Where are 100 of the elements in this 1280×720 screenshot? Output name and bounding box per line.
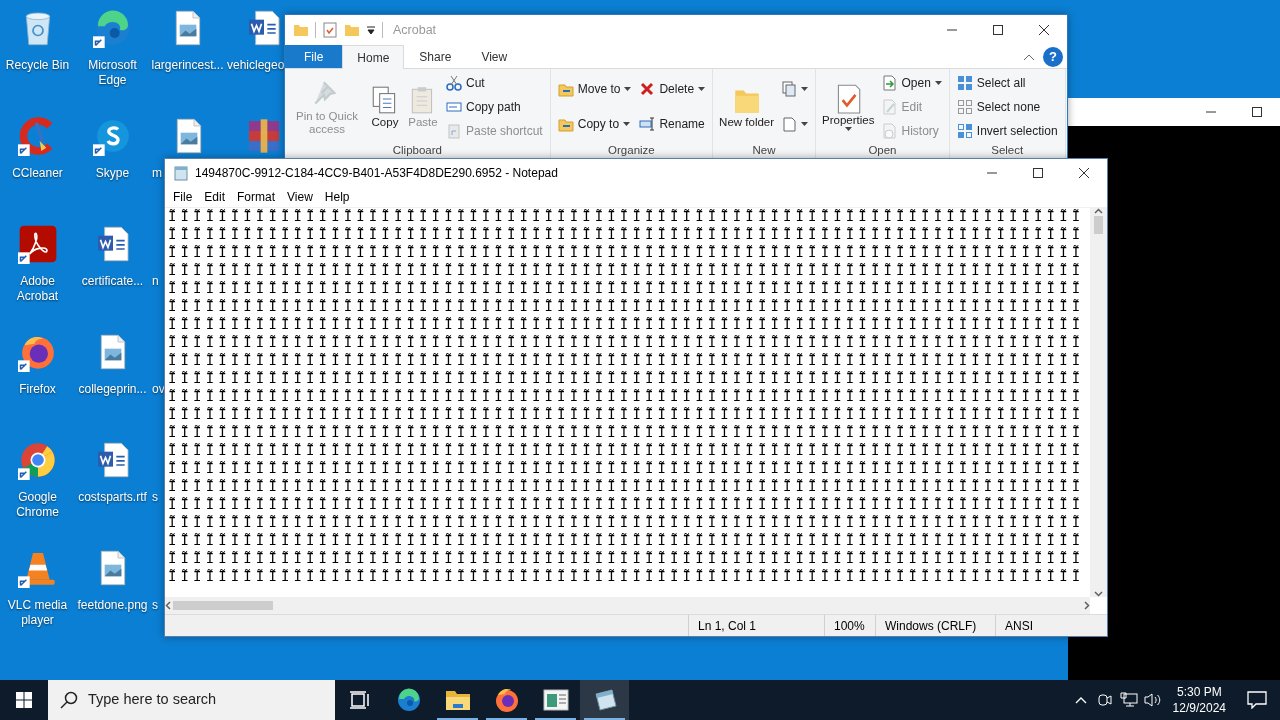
search-field[interactable]: Type here to search [48, 680, 335, 720]
notification-icon[interactable] [1247, 691, 1267, 709]
chevron-up-icon[interactable] [1074, 696, 1087, 704]
text-line: ĨĨĨĨĨĨĨĨĨĨĨĨĨĨĨĨĨĨĨĨĨĨĨĨĨĨĨĨĨĨĨĨĨĨĨĨĨĨĨĨĨĨĨĨĨĨĨĨĨĨĨĨĨĨĨĨĨĨĨĨĨĨĨĨĨĨĨĨĨĨĨĨĨ [168, 424, 1086, 442]
page-icon [781, 115, 798, 132]
icon-label[interactable]: Skype [95, 166, 130, 181]
notepad-icon [173, 165, 189, 181]
icon-label[interactable]: feetdone.png [77, 598, 148, 613]
text-line: ĨĨĨĨĨĨĨĨĨĨĨĨĨĨĨĨĨĨĨĨĨĨĨĨĨĨĨĨĨĨĨĨĨĨĨĨĨĨĨĨĨĨĨĨĨĨĨĨĨĨĨĨĨĨĨĨĨĨĨĨĨĨĨĨĨĨĨĨĨĨĨĨĨ [168, 244, 1086, 262]
close-icon[interactable] [1078, 168, 1090, 178]
ribbon-button[interactable]: New folder [717, 81, 777, 132]
open-icon [881, 74, 898, 91]
history-icon [881, 122, 898, 139]
file-menu-tab[interactable]: File [285, 45, 343, 68]
text-line: ĨĨĨĨĨĨĨĨĨĨĨĨĨĨĨĨĨĨĨĨĨĨĨĨĨĨĨĨĨĨĨĨĨĨĨĨĨĨĨĨĨĨĨĨĨĨĨĨĨĨĨĨĨĨĨĨĨĨĨĨĨĨĨĨĨĨĨĨĨĨĨĨĨ [168, 334, 1086, 352]
icon-label[interactable]: VLC media player [1, 598, 74, 628]
ribbon-button[interactable]: Properties [820, 79, 877, 134]
network-icon[interactable] [1119, 692, 1138, 708]
maximize-icon[interactable] [1032, 168, 1044, 178]
ribbon-button[interactable]: Move to [554, 78, 635, 101]
menu-item[interactable]: Help [318, 188, 356, 206]
select-all-icon [956, 74, 973, 91]
delete-icon [639, 81, 656, 98]
text-line: ĨĨĨĨĨĨĨĨĨĨĨĨĨĨĨĨĨĨĨĨĨĨĨĨĨĨĨĨĨĨĨĨĨĨĨĨĨĨĨĨĨĨĨĨĨĨĨĨĨĨĨĨĨĨĨĨĨĨĨĨĨĨĨĨĨĨĨĨĨĨĨĨĨ [168, 298, 1086, 316]
group-label: Select [990, 143, 1025, 158]
scroll-down-icon[interactable] [1094, 591, 1103, 597]
ribbon-tab[interactable]: Share [404, 45, 467, 68]
ribbon-button[interactable]: Copy path [443, 95, 546, 118]
ribbon-button[interactable]: Rename [636, 112, 709, 135]
volume-icon[interactable] [1143, 692, 1162, 708]
text-line: ĨĨĨĨĨĨĨĨĨĨĨĨĨĨĨĨĨĨĨĨĨĨĨĨĨĨĨĨĨĨĨĨĨĨĨĨĨĨĨĨĨĨĨĨĨĨĨĨĨĨĨĨĨĨĨĨĨĨĨĨĨĨĨĨĨĨĨĨĨĨĨĨĨ [168, 262, 1086, 280]
help-button[interactable]: ? [1043, 46, 1063, 67]
text-line: ĨĨĨĨĨĨĨĨĨĨĨĨĨĨĨĨĨĨĨĨĨĨĨĨĨĨĨĨĨĨĨĨĨĨĨĨĨĨĨĨĨĨĨĨĨĨĨĨĨĨĨĨĨĨĨĨĨĨĨĨĨĨĨĨĨĨĨĨĨĨĨĨĨ [168, 280, 1086, 298]
icon-label[interactable]: s [152, 598, 158, 613]
maximize-icon[interactable] [992, 25, 1004, 35]
icon-label[interactable]: collegeprin... [78, 382, 147, 397]
icon-label[interactable]: largerincest... [151, 58, 224, 73]
close-icon[interactable] [1038, 25, 1050, 35]
icon-label[interactable]: vehiclegeo [227, 58, 285, 73]
ribbon-button[interactable]: Copy to [554, 112, 635, 135]
scroll-right-icon[interactable] [1084, 601, 1090, 610]
scroll-thumb[interactable] [1094, 216, 1103, 234]
windows-logo-icon [16, 692, 32, 708]
window-title: 1494870C-9912-C184-4CC9-B401-A53F4D8DE290.6952 - Notepad [195, 165, 558, 182]
ribbon-button[interactable]: Copy [367, 81, 403, 132]
icon-label[interactable]: ov [152, 382, 165, 397]
browser-icon[interactable] [17, 440, 58, 480]
icon-label[interactable]: CCleaner [12, 166, 63, 181]
menu-item[interactable]: Format [231, 188, 282, 206]
ribbon-button[interactable]: Invert selection [953, 119, 1061, 142]
properties-icon[interactable] [322, 22, 338, 38]
text-line: ĨĨĨĨĨĨĨĨĨĨĨĨĨĨĨĨĨĨĨĨĨĨĨĨĨĨĨĨĨĨĨĨĨĨĨĨĨĨĨĨĨĨĨĨĨĨĨĨĨĨĨĨĨĨĨĨĨĨĨĨĨĨĨĨĨĨĨĨĨĨĨĨĨ [168, 406, 1086, 424]
ribbon-button[interactable]: Delete [636, 78, 709, 101]
new-item-icon [781, 81, 798, 98]
menu-item[interactable]: File [167, 188, 199, 206]
caret-icon [623, 121, 631, 126]
icon-label[interactable]: Google Chrome [1, 490, 74, 520]
text-line: ĨĨĨĨĨĨĨĨĨĨĨĨĨĨĨĨĨĨĨĨĨĨĨĨĨĨĨĨĨĨĨĨĨĨĨĨĨĨĨĨĨĨĨĨĨĨĨĨĨĨĨĨĨĨĨĨĨĨĨĨĨĨĨĨĨĨĨĨĨĨĨĨĨ [168, 496, 1086, 514]
collapse-ribbon-icon[interactable] [1023, 52, 1035, 61]
scroll-thumb[interactable] [173, 601, 273, 610]
scroll-up-icon[interactable] [1094, 208, 1103, 214]
dropdown-icon[interactable] [366, 25, 376, 35]
ribbon-tab[interactable]: View [466, 45, 523, 68]
text-line: ĨĨĨĨĨĨĨĨĨĨĨĨĨĨĨĨĨĨĨĨĨĨĨĨĨĨĨĨĨĨĨĨĨĨĨĨĨĨĨĨĨĨĨĨĨĨĨĨĨĨĨĨĨĨĨĨĨĨĨĨĨĨĨĨĨĨĨĨĨĨĨĨĨ [168, 460, 1086, 478]
ribbon-button[interactable]: Select none [953, 95, 1061, 118]
taskbar-button[interactable] [580, 680, 629, 720]
menu-item[interactable]: View [281, 188, 319, 206]
icon-label[interactable]: certificate... [81, 274, 144, 289]
folder-icon [444, 689, 471, 711]
horizontal-scrollbar[interactable] [165, 597, 1090, 614]
camera-icon[interactable] [1097, 693, 1112, 707]
ribbon-tab[interactable]: Home [342, 45, 405, 69]
text-line: ĨĨĨĨĨĨĨĨĨĨĨĨĨĨĨĨĨĨĨĨĨĨĨĨĨĨĨĨĨĨĨĨĨĨĨĨĨĨĨĨĨĨĨĨĨĨĨĨĨĨĨĨĨĨĨĨĨĨĨĨĨĨĨĨĨĨĨĨĨĨĨĨĨ [168, 208, 1086, 226]
maximize-icon[interactable] [1251, 107, 1263, 117]
caret-icon [801, 87, 809, 92]
clock[interactable]: 5:30 PM 12/9/2024 [1164, 684, 1234, 716]
icon-label[interactable]: m [152, 166, 162, 181]
status-text: Ln 1, Col 1 [698, 617, 757, 635]
browser-icon [493, 687, 520, 713]
caret-icon [698, 87, 706, 92]
status-text: ANSI [1005, 617, 1033, 635]
text-line: ĨĨĨĨĨĨĨĨĨĨĨĨĨĨĨĨĨĨĨĨĨĨĨĨĨĨĨĨĨĨĨĨĨĨĨĨĨĨĨĨĨĨĨĨĨĨĨĨĨĨĨĨĨĨĨĨĨĨĨĨĨĨĨĨĨĨĨĨĨĨĨĨĨ [168, 388, 1086, 406]
ribbon-button[interactable]: Cut [443, 71, 546, 94]
ribbon-button[interactable]: Select all [953, 71, 1061, 94]
menu-item[interactable]: Edit [198, 188, 232, 206]
vertical-scrollbar[interactable] [1090, 208, 1107, 597]
icon-label[interactable]: costsparts.rtf [78, 490, 147, 505]
pdf-icon[interactable] [17, 224, 58, 264]
scroll-left-icon[interactable] [165, 601, 171, 610]
status-text: Windows (CRLF) [885, 617, 977, 635]
icon-label[interactable]: Recycle Bin [5, 58, 70, 73]
icon-label[interactable]: Adobe Acrobat [1, 274, 74, 304]
text-line: ĨĨĨĨĨĨĨĨĨĨĨĨĨĨĨĨĨĨĨĨĨĨĨĨĨĨĨĨĨĨĨĨĨĨĨĨĨĨĨĨĨĨĨĨĨĨĨĨĨĨĨĨĨĨĨĨĨĨĨĨĨĨĨĨĨĨĨĨĨĨĨĨĨ [168, 316, 1086, 334]
icon-label[interactable]: Microsoft Edge [76, 58, 149, 88]
icon-label[interactable]: s [152, 490, 158, 505]
group-label: New [751, 143, 777, 158]
browser-icon[interactable] [92, 8, 133, 48]
icon-label[interactable]: Firefox [19, 382, 56, 397]
icon-label[interactable]: n [152, 274, 159, 289]
ribbon-button[interactable]: Open [878, 71, 945, 94]
